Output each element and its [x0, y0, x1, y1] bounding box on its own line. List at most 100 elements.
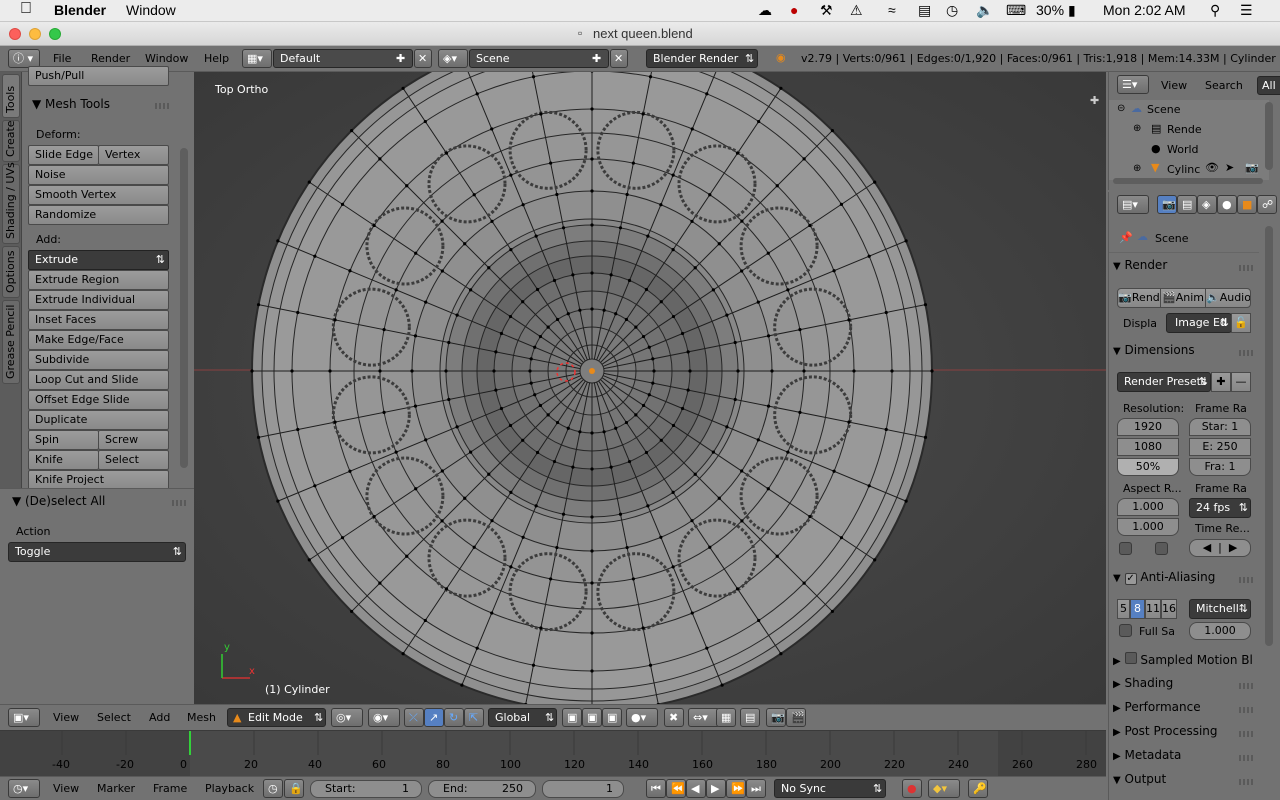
- crop-checkbox[interactable]: [1155, 542, 1168, 555]
- menu-add[interactable]: Add: [149, 711, 170, 724]
- menu-extra-icon[interactable]: ▤: [918, 2, 931, 19]
- tool-icon[interactable]: ⚒: [820, 2, 833, 19]
- spotlight-icon[interactable]: ⚲: [1210, 2, 1220, 19]
- keying-set-select[interactable]: ◆▾: [928, 779, 960, 798]
- render-button[interactable]: 📷Rend: [1117, 288, 1161, 308]
- time-machine-icon[interactable]: ◷: [946, 2, 958, 19]
- anti-aliasing-panel-header[interactable]: ▼ ✓ Anti-Aliasing: [1113, 570, 1261, 592]
- remove-scene-button[interactable]: ✕: [610, 49, 628, 68]
- tab-shading-uvs[interactable]: Shading / UVs: [2, 162, 20, 244]
- vertex-slide-button[interactable]: Vertex: [98, 145, 169, 165]
- outliner-v-scrollbar[interactable]: [1265, 102, 1273, 170]
- output-panel-header[interactable]: ▼ Output: [1113, 772, 1261, 794]
- current-frame-field[interactable]: 1: [542, 780, 624, 798]
- panel-grip-icon[interactable]: [172, 500, 186, 506]
- battery-percent[interactable]: 30%: [1036, 2, 1064, 18]
- menu-view[interactable]: View: [1161, 79, 1187, 92]
- push-pull-button[interactable]: Push/Pull: [28, 66, 169, 86]
- editor-type-button[interactable]: ☰▾: [1117, 75, 1149, 94]
- battery-icon[interactable]: ▮: [1068, 2, 1076, 19]
- visibility-eye-icon[interactable]: 👁: [1205, 161, 1219, 174]
- mode-select[interactable]: ▲ Edit Mode ⇅: [227, 708, 326, 727]
- time-remap-field[interactable]: ◀ | ▶: [1189, 539, 1251, 557]
- volume-icon[interactable]: 🔈: [976, 2, 993, 19]
- shading-panel-header[interactable]: ▶ Shading: [1113, 676, 1261, 698]
- manipulator-icon[interactable]: ⤫: [404, 708, 424, 727]
- wifi-icon[interactable]: ≈: [888, 2, 896, 18]
- add-preset-icon[interactable]: ✚: [1211, 372, 1231, 392]
- subdivide-button[interactable]: Subdivide: [28, 350, 169, 370]
- spin-button[interactable]: Spin: [28, 430, 99, 450]
- clock[interactable]: Mon 2:02 AM: [1103, 2, 1186, 18]
- shading-select[interactable]: ◎▾: [331, 708, 363, 727]
- inset-faces-button[interactable]: Inset Faces: [28, 310, 169, 330]
- slide-edge-button[interactable]: Slide Edge: [28, 145, 99, 165]
- sync-select[interactable]: No Sync ⇅: [774, 779, 886, 798]
- mesh-tools-toggle[interactable]: ▼: [32, 97, 41, 111]
- menu-mesh[interactable]: Mesh: [187, 711, 216, 724]
- render-panel-header[interactable]: ▼ Render: [1113, 258, 1261, 280]
- outliner-item-scene[interactable]: Scene: [1147, 103, 1181, 116]
- lock-icon[interactable]: 🔒: [284, 779, 304, 798]
- object-context-icon[interactable]: ■: [1237, 195, 1257, 214]
- operator-toggle[interactable]: ▼: [12, 494, 21, 508]
- menu-window[interactable]: Window: [145, 52, 188, 65]
- play-reverse-icon[interactable]: ◀: [686, 779, 706, 798]
- aa-samples-5[interactable]: 5: [1117, 599, 1130, 619]
- aa-filter-select[interactable]: Mitchell- ⇅: [1189, 599, 1251, 619]
- constraints-context-icon[interactable]: ☍: [1257, 195, 1277, 214]
- frame-start-field[interactable]: Star: 1: [1189, 418, 1251, 436]
- jump-start-icon[interactable]: ⏮: [646, 779, 666, 798]
- audio-button[interactable]: 🔈Audio: [1205, 288, 1251, 308]
- scene-picker-icon[interactable]: ◈▾: [438, 49, 468, 68]
- expand-icon[interactable]: ⊕: [1133, 123, 1141, 134]
- vertex-select-icon[interactable]: ▣: [562, 708, 582, 727]
- scene-field[interactable]: Scene ✚: [469, 49, 609, 68]
- snap-target-icon[interactable]: ▦: [716, 708, 736, 727]
- record-icon[interactable]: ●: [790, 2, 798, 18]
- apple-icon[interactable]: : [20, 0, 32, 18]
- outliner-item-world[interactable]: World: [1167, 143, 1199, 156]
- extrude-select[interactable]: Extrude ⇅: [28, 250, 169, 270]
- pivot-select[interactable]: ◉▾: [368, 708, 400, 727]
- render-animation-icon[interactable]: 🎬: [786, 708, 806, 727]
- window-menu[interactable]: Window: [126, 2, 176, 18]
- mesh-view[interactable]: [194, 72, 1106, 704]
- scale-icon[interactable]: ⇱: [464, 708, 484, 727]
- tab-options[interactable]: Options: [2, 246, 20, 298]
- remove-layout-button[interactable]: ✕: [414, 49, 432, 68]
- pin-icon[interactable]: 📌: [1119, 231, 1133, 244]
- restrict-render-icon[interactable]: 📷: [1245, 161, 1259, 174]
- aspect-y-field[interactable]: 1.000: [1117, 518, 1179, 536]
- edge-select-icon[interactable]: ▣: [582, 708, 602, 727]
- aa-size-field[interactable]: 1.000: [1189, 622, 1251, 640]
- rotate-icon[interactable]: ↻: [444, 708, 464, 727]
- scene-context-icon[interactable]: ◈: [1197, 195, 1217, 214]
- dimensions-panel-header[interactable]: ▼ Dimensions: [1113, 343, 1261, 365]
- aspect-x-field[interactable]: 1.000: [1117, 498, 1179, 516]
- smooth-vertex-button[interactable]: Smooth Vertex: [28, 185, 169, 205]
- frame-step-field[interactable]: Fra: 1: [1189, 458, 1251, 476]
- aa-samples-11[interactable]: 11: [1145, 599, 1161, 619]
- sampled-motion-panel-header[interactable]: ▶ Sampled Motion Bl: [1113, 652, 1261, 674]
- knife-button[interactable]: Knife: [28, 450, 99, 470]
- snap-toggle-icon[interactable]: ✖: [664, 708, 684, 727]
- tab-create[interactable]: Create: [2, 120, 20, 162]
- auto-keying-icon[interactable]: ●: [902, 779, 922, 798]
- loop-cut-button[interactable]: Loop Cut and Slide: [28, 370, 169, 390]
- translate-icon[interactable]: ↗: [424, 708, 444, 727]
- randomize-button[interactable]: Randomize: [28, 205, 169, 225]
- end-frame-field[interactable]: End: 250: [428, 780, 536, 798]
- creative-cloud-icon[interactable]: ☁: [758, 2, 772, 19]
- proportional-edit-select[interactable]: ●▾: [626, 708, 658, 727]
- timeline-area[interactable]: [0, 731, 1106, 777]
- animation-button[interactable]: 🎬Anim: [1160, 288, 1206, 308]
- layout-picker-icon[interactable]: ▦▾: [242, 49, 272, 68]
- keyboard-icon[interactable]: ⌨: [1006, 2, 1026, 19]
- action-select[interactable]: Toggle ⇅: [8, 542, 186, 562]
- jump-keyframe-forward-icon[interactable]: ⏩: [726, 779, 746, 798]
- render-image-icon[interactable]: 📷: [766, 708, 786, 727]
- play-icon[interactable]: ▶: [706, 779, 726, 798]
- tab-grease-pencil[interactable]: Grease Pencil: [2, 300, 20, 384]
- remove-preset-icon[interactable]: —: [1231, 372, 1251, 392]
